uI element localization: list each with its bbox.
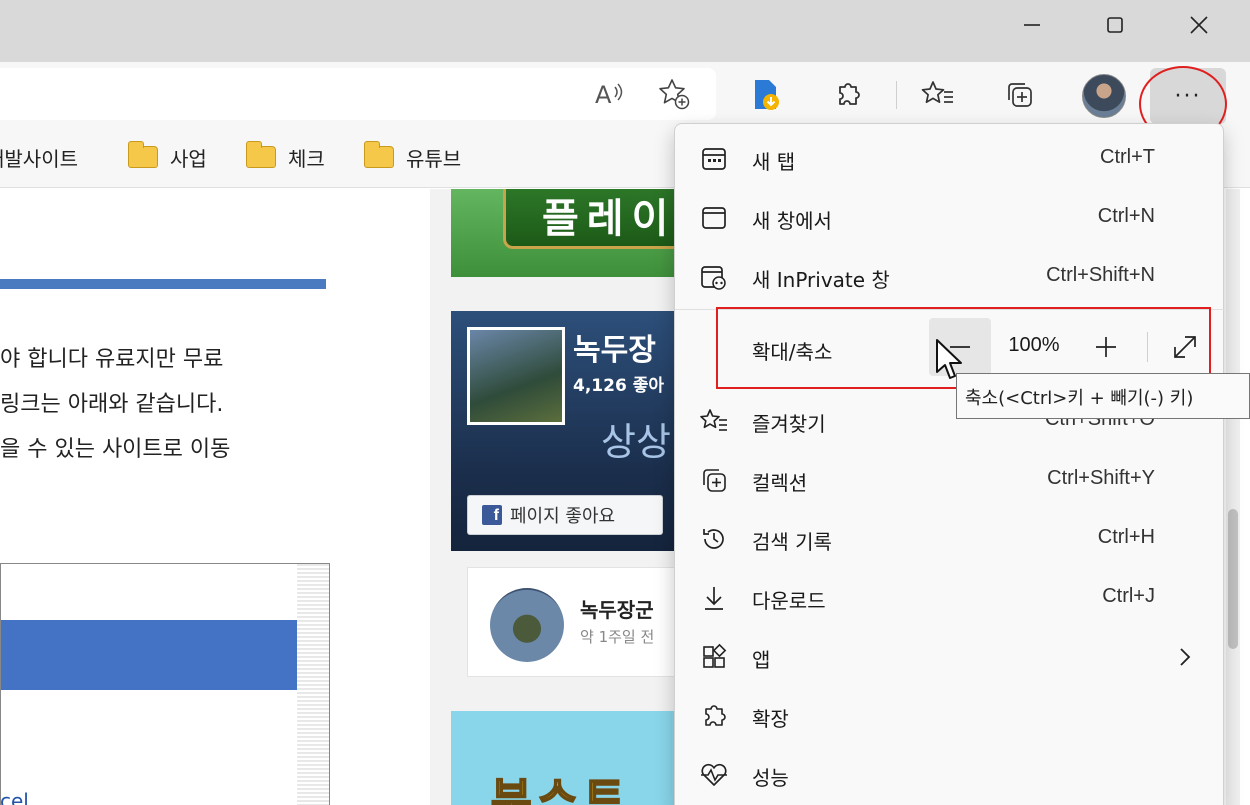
fb-page-name[interactable]: 녹두장 <box>573 325 656 369</box>
maximize-button[interactable] <box>1073 0 1157 50</box>
menu-item-shortcut: Ctrl+N <box>1097 205 1155 227</box>
body-text-line: 링크는 아래와 같습니다. <box>0 392 224 417</box>
document-download-icon[interactable] <box>744 73 788 117</box>
menu-item-shortcut: Ctrl+T <box>1100 146 1155 168</box>
fb-slogan: 상상 <box>601 420 671 464</box>
menu-item-shortcut: Ctrl+Shift+Y <box>1047 467 1155 489</box>
menu-item-new-tab[interactable]: 새 탭 Ctrl+T <box>675 130 1225 188</box>
menu-item-label: 다운로드 <box>752 589 826 613</box>
menu-item-inprivate[interactable]: 새 InPrivate 창 Ctrl+Shift+N <box>675 248 1225 306</box>
history-icon <box>699 524 729 554</box>
toolbar-separator <box>896 81 897 109</box>
collections-icon <box>699 465 729 495</box>
extensions-icon <box>699 701 729 731</box>
bookmark-label: 개발사이트 <box>0 146 78 171</box>
apps-icon <box>699 642 729 672</box>
profile-avatar[interactable] <box>1082 74 1126 118</box>
browser-toolbar: A ··· <box>0 62 1250 128</box>
menu-item-label: 컬렉션 <box>752 471 808 495</box>
bookmark-label: 사업 <box>170 146 207 171</box>
fb-like-label: 페이지 좋아요 <box>510 506 616 527</box>
settings-menu: 새 탭 Ctrl+T 새 창에서 Ctrl+N 새 InPrivate 창 Ct… <box>674 123 1225 805</box>
bookmark-folder[interactable]: 개발사이트 <box>0 142 78 172</box>
minimize-button[interactable] <box>990 0 1074 50</box>
page-link[interactable]: cel <box>0 789 29 805</box>
menu-item-new-window[interactable]: 새 창에서 Ctrl+N <box>675 189 1225 247</box>
menu-item-label: 앱 <box>752 648 771 672</box>
close-icon <box>1190 16 1208 34</box>
bookmark-folder[interactable]: 체크 <box>245 141 325 172</box>
menu-item-downloads[interactable]: 다운로드 Ctrl+J <box>675 569 1225 627</box>
play-banner-button: 플레이 <box>503 189 675 249</box>
page-scrollbar-thumb[interactable] <box>1228 509 1238 649</box>
close-button[interactable] <box>1157 0 1241 50</box>
menu-item-label: 검색 기록 <box>752 530 832 554</box>
read-aloud-icon[interactable]: A <box>586 72 630 116</box>
body-text-line: 야 합니다 유료지만 무료 <box>0 347 224 372</box>
folder-icon <box>245 141 276 168</box>
chevron-right-icon <box>1173 642 1197 672</box>
promo-banner[interactable]: 부스트 <box>451 711 675 805</box>
fb-page-thumbnail[interactable] <box>467 327 565 425</box>
bookmark-folder[interactable]: 유튜브 <box>363 141 462 172</box>
page-scrollbar[interactable] <box>1226 189 1240 805</box>
extensions-icon[interactable] <box>826 73 870 117</box>
menu-item-shortcut: Ctrl+H <box>1097 526 1155 548</box>
menu-item-label: 성능 <box>752 766 789 790</box>
folder-icon <box>363 141 394 168</box>
embedded-scrollbar[interactable] <box>297 564 329 805</box>
bookmark-label: 유튜브 <box>406 146 462 171</box>
minimize-icon <box>1024 24 1040 26</box>
maximize-icon <box>1107 17 1123 33</box>
address-bar[interactable]: A <box>0 68 716 120</box>
post-author[interactable]: 녹두장군 <box>580 594 654 623</box>
menu-item-collections[interactable]: 컬렉션 Ctrl+Shift+Y <box>675 451 1225 509</box>
menu-item-shortcut: Ctrl+Shift+N <box>1046 264 1155 286</box>
play-banner[interactable]: 플레이 <box>451 189 675 277</box>
promo-banner-text: 부스트 <box>490 773 631 805</box>
bookmark-label: 체크 <box>288 146 325 171</box>
fb-like-count: 4,126 좋아 <box>573 376 664 396</box>
downloads-icon <box>699 583 729 613</box>
favorites-icon <box>699 406 729 436</box>
new-tab-icon <box>699 144 729 174</box>
zoom-out-tooltip: 축소(<Ctrl>키 + 빼기(-) 키) <box>956 373 1250 419</box>
collections-icon[interactable] <box>998 73 1042 117</box>
section-divider <box>0 279 326 289</box>
post-timestamp: 약 1주일 전 <box>580 628 655 646</box>
menu-item-history[interactable]: 검색 기록 Ctrl+H <box>675 510 1225 568</box>
embedded-frame <box>0 563 330 805</box>
body-text-line: 을 수 있는 사이트로 이동 <box>0 437 231 462</box>
inprivate-icon <box>699 262 729 292</box>
menu-item-label: 즐겨찾기 <box>752 412 826 436</box>
menu-item-shortcut: Ctrl+J <box>1102 585 1155 607</box>
performance-icon <box>699 760 729 790</box>
new-window-icon <box>699 203 729 233</box>
svg-text:A: A <box>595 81 612 109</box>
folder-icon <box>127 141 158 168</box>
facebook-icon: f <box>482 505 502 525</box>
avatar[interactable] <box>490 588 564 662</box>
favorites-icon[interactable] <box>916 73 960 117</box>
menu-item-extensions[interactable]: 확장 <box>675 687 1225 745</box>
fb-like-button[interactable]: f 페이지 좋아요 <box>467 495 663 535</box>
menu-item-apps[interactable]: 앱 <box>675 628 1225 686</box>
menu-item-performance[interactable]: 성능 <box>675 746 1225 804</box>
menu-item-label: 새 창에서 <box>752 209 832 233</box>
menu-item-label: 확장 <box>752 707 789 731</box>
embedded-blue-bar <box>1 620 297 690</box>
add-favorite-icon[interactable] <box>652 72 696 116</box>
title-bar <box>0 0 1250 62</box>
facebook-page-card: 녹두장 4,126 좋아 상상 f 페이지 좋아요 <box>451 311 675 551</box>
menu-item-label: 새 InPrivate 창 <box>752 268 890 292</box>
menu-item-label: 새 탭 <box>752 150 796 174</box>
fb-post-card: 녹두장군 약 1주일 전 <box>467 567 675 677</box>
bookmark-folder[interactable]: 사업 <box>127 141 207 172</box>
